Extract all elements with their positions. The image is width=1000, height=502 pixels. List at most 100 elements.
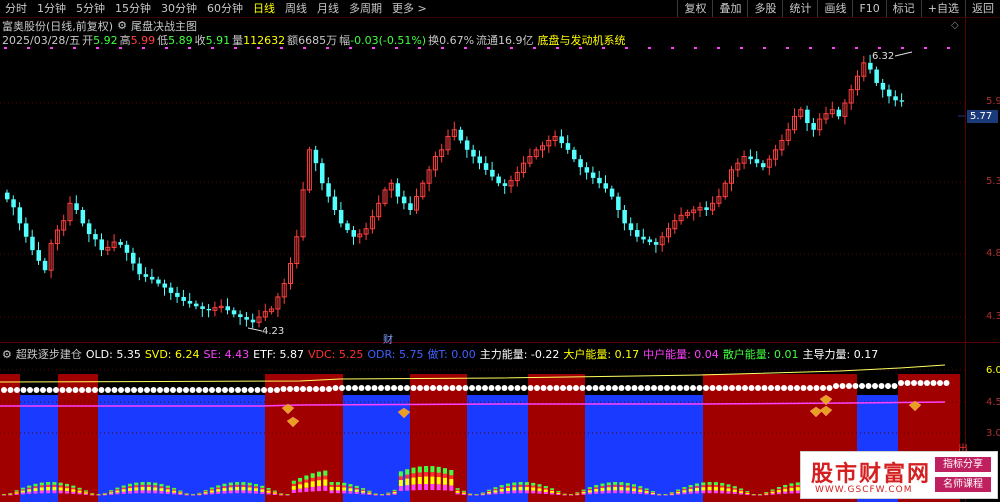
energy-bar bbox=[398, 471, 403, 477]
energy-bar bbox=[323, 485, 328, 491]
energy-bar bbox=[543, 489, 548, 493]
energy-bar bbox=[317, 486, 321, 492]
energy-bar bbox=[638, 489, 643, 493]
signal-marker bbox=[579, 47, 582, 49]
etf-dot bbox=[891, 383, 898, 389]
energy-bar bbox=[373, 494, 378, 496]
energy-bar bbox=[146, 482, 151, 485]
financial-report-marker[interactable]: 财 bbox=[383, 331, 393, 346]
energy-bar bbox=[789, 487, 794, 491]
candle-body bbox=[899, 100, 905, 102]
energy-bar bbox=[518, 482, 523, 485]
energy-bar bbox=[329, 490, 334, 494]
etf-dot bbox=[209, 387, 215, 393]
energy-bar bbox=[613, 486, 618, 491]
etf-dot bbox=[144, 387, 150, 393]
energy-bar bbox=[342, 490, 347, 494]
energy-bar bbox=[392, 492, 397, 494]
energy-bar bbox=[430, 466, 435, 473]
energy-bar bbox=[228, 482, 233, 486]
energy-bar bbox=[443, 477, 447, 485]
candle-body bbox=[118, 242, 123, 245]
energy-bar bbox=[216, 489, 221, 492]
energy-bar bbox=[235, 486, 240, 491]
energy-bar bbox=[739, 493, 744, 495]
etf-dot bbox=[774, 385, 781, 391]
energy-bar bbox=[191, 494, 195, 496]
energy-bar bbox=[304, 482, 309, 488]
energy-bar bbox=[650, 491, 655, 493]
etf-dot bbox=[592, 385, 599, 391]
etf-dot bbox=[163, 387, 170, 393]
etf-dot bbox=[20, 387, 27, 393]
candle-body bbox=[11, 199, 16, 208]
energy-bar bbox=[260, 489, 265, 492]
candle-body bbox=[338, 210, 344, 224]
energy-bar bbox=[783, 484, 788, 488]
energy-bar bbox=[266, 488, 271, 490]
energy-bar bbox=[310, 473, 315, 478]
energy-bar bbox=[153, 482, 158, 486]
energy-bar bbox=[606, 487, 611, 491]
energy-bar bbox=[707, 490, 712, 494]
energy-bar bbox=[550, 492, 555, 495]
etf-dot bbox=[566, 385, 573, 391]
etf-dot bbox=[33, 387, 40, 393]
candle-body bbox=[483, 163, 489, 170]
energy-bar bbox=[354, 485, 359, 488]
etf-dot bbox=[768, 385, 774, 391]
etf-dot bbox=[872, 383, 878, 389]
energy-bar bbox=[770, 491, 775, 494]
candle-body bbox=[458, 129, 464, 141]
signal-marker bbox=[372, 47, 375, 49]
energy-bar bbox=[619, 482, 624, 485]
signal-marker bbox=[188, 47, 191, 49]
indicator-tick: 3.0 bbox=[986, 428, 1000, 439]
energy-bar bbox=[348, 491, 353, 494]
energy-bar bbox=[493, 490, 498, 493]
gear-icon[interactable]: ⚙ bbox=[2, 348, 12, 361]
etf-dot bbox=[306, 386, 313, 392]
energy-bar bbox=[317, 480, 321, 487]
energy-bar bbox=[594, 485, 599, 488]
energy-bar bbox=[745, 492, 750, 495]
energy-bar bbox=[688, 485, 693, 488]
signal-marker bbox=[303, 47, 306, 49]
candle-body bbox=[874, 69, 879, 83]
energy-bar bbox=[241, 486, 246, 491]
energy-bar bbox=[317, 471, 321, 477]
energy-bar bbox=[14, 492, 19, 494]
etf-dot bbox=[761, 385, 768, 391]
energy-bar bbox=[52, 486, 57, 491]
etf-dot bbox=[345, 385, 352, 391]
energy-bar bbox=[335, 490, 340, 494]
sub-indicator-name[interactable]: 超跌逐步建仓 bbox=[16, 346, 82, 362]
indicator-value: OLD: 5.35 bbox=[85, 347, 141, 361]
etf-dot bbox=[98, 387, 105, 393]
candle-body bbox=[635, 230, 640, 237]
energy-bar bbox=[71, 491, 76, 494]
energy-bar bbox=[222, 483, 227, 487]
etf-dot bbox=[664, 385, 670, 391]
energy-bar bbox=[783, 488, 788, 492]
energy-bar bbox=[367, 492, 372, 494]
energy-bar bbox=[537, 488, 542, 492]
energy-bar bbox=[266, 490, 271, 493]
etf-dot bbox=[631, 385, 638, 391]
etf-dot bbox=[553, 385, 560, 391]
indicator-value: ODR: 5.75 bbox=[367, 347, 424, 361]
energy-bar bbox=[713, 487, 718, 491]
etf-dot bbox=[670, 385, 677, 391]
energy-bar bbox=[386, 492, 391, 494]
energy-bar bbox=[165, 485, 170, 488]
candle-body bbox=[149, 276, 155, 280]
kline-chart[interactable] bbox=[0, 0, 1000, 502]
energy-bar bbox=[524, 482, 529, 485]
energy-bar bbox=[587, 492, 592, 495]
energy-bar bbox=[361, 492, 366, 495]
energy-bar bbox=[556, 490, 561, 492]
etf-dot bbox=[930, 380, 937, 386]
indicator-value: VDC: 5.25 bbox=[308, 347, 364, 361]
energy-bar bbox=[241, 490, 246, 494]
energy-bar bbox=[606, 482, 611, 486]
